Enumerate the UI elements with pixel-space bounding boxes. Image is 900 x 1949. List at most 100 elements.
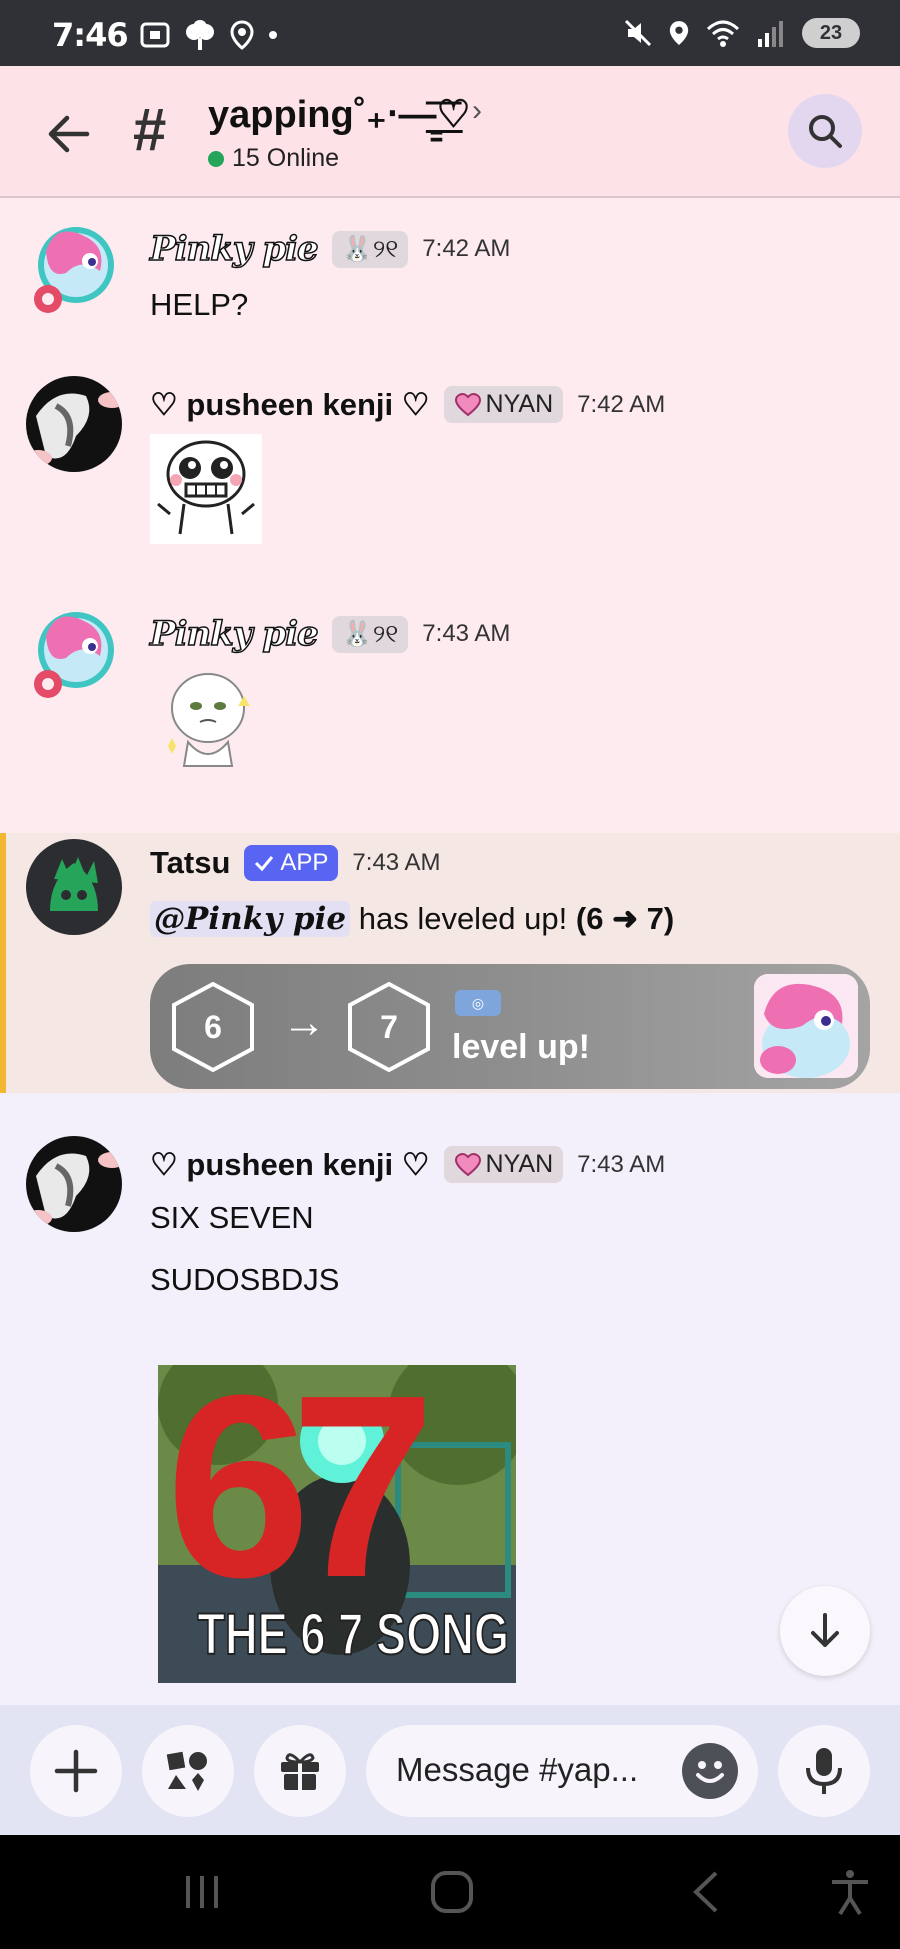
wifi-icon bbox=[706, 20, 740, 47]
timestamp: 7:43 AM bbox=[352, 849, 441, 876]
to-level-hex: 7 bbox=[346, 981, 432, 1073]
timestamp: 7:42 AM bbox=[577, 390, 666, 418]
online-dot-icon bbox=[208, 150, 224, 167]
username[interactable]: Pinky pie bbox=[149, 228, 319, 270]
emoji-button[interactable] bbox=[682, 1743, 738, 1799]
back-button[interactable] bbox=[40, 106, 96, 162]
role-tag[interactable]: 🐰୨୧ bbox=[331, 615, 409, 653]
from-level-hex: 6 bbox=[170, 981, 256, 1073]
message[interactable]: Pinky pie 🐰୨୧ 7:43 AM bbox=[0, 600, 900, 780]
gift-button[interactable] bbox=[254, 1725, 346, 1817]
message[interactable]: Pinky pie 🐰୨୧ 7:42 AM HELP? bbox=[0, 215, 900, 335]
message-text: @Pinky pie has leveled up! (6 ➜ 7) bbox=[150, 901, 674, 937]
username[interactable]: Pinky pie bbox=[149, 613, 319, 655]
message-input[interactable]: Message #yap... bbox=[366, 1725, 758, 1817]
back-arrow-icon bbox=[48, 115, 90, 153]
message-text: HELP? bbox=[150, 287, 249, 322]
battery-indicator: 23 bbox=[802, 18, 860, 48]
role-tag-label: NYAN bbox=[485, 1150, 554, 1178]
role-tag[interactable]: NYAN bbox=[443, 1146, 564, 1183]
status-right-icons: 23 bbox=[624, 18, 860, 48]
voice-message-button[interactable] bbox=[778, 1725, 870, 1817]
gift-icon bbox=[281, 1753, 319, 1790]
emoji-icon bbox=[696, 1761, 724, 1783]
search-button[interactable] bbox=[788, 94, 862, 168]
back-nav-icon bbox=[693, 1871, 718, 1913]
dot-icon bbox=[269, 31, 277, 39]
sticker-image[interactable] bbox=[150, 434, 262, 544]
screenshot-icon bbox=[140, 22, 170, 48]
timestamp: 7:42 AM bbox=[422, 235, 511, 262]
avatar[interactable] bbox=[26, 1136, 122, 1232]
add-attachment-button[interactable] bbox=[30, 1725, 122, 1817]
channel-chevron-icon[interactable]: › bbox=[472, 94, 482, 128]
arrow-down-icon bbox=[811, 1613, 839, 1647]
attached-image[interactable]: 67 THE 6 7 SONG bbox=[158, 1365, 516, 1683]
status-time: 7:46 bbox=[52, 16, 129, 54]
location-icon bbox=[230, 20, 254, 50]
level-up-card[interactable]: 6 → 7 ◎ level up! bbox=[150, 964, 870, 1089]
plus-icon bbox=[54, 1749, 98, 1793]
avatar[interactable] bbox=[26, 221, 122, 317]
tree-icon bbox=[186, 20, 214, 50]
meme-number: 67 bbox=[166, 1365, 435, 1632]
username[interactable]: Tatsu bbox=[150, 845, 230, 881]
microphone-icon bbox=[806, 1748, 842, 1794]
message-header: Pinky pie 🐰୨୧ 7:42 AM bbox=[149, 228, 511, 270]
jump-to-bottom-button[interactable] bbox=[780, 1586, 870, 1676]
role-tag[interactable]: NYAN bbox=[443, 386, 564, 423]
status-left-icons bbox=[140, 20, 278, 50]
user-mention[interactable]: @Pinky pie bbox=[150, 901, 351, 937]
level-change: (6 ➜ 7) bbox=[575, 901, 675, 936]
role-tag[interactable]: 🐰୨୧ bbox=[331, 230, 409, 268]
heart-icon bbox=[454, 1152, 481, 1176]
system-navigation-bar bbox=[0, 1835, 900, 1949]
home-button[interactable] bbox=[420, 1835, 484, 1949]
online-count: 15 Online bbox=[232, 144, 340, 172]
home-icon bbox=[431, 1871, 473, 1913]
to-level: 7 bbox=[380, 1008, 398, 1045]
role-tag-label: NYAN bbox=[485, 390, 554, 418]
timestamp: 7:43 AM bbox=[422, 620, 511, 647]
mute-icon bbox=[624, 19, 652, 47]
arrow-right-icon: → bbox=[282, 998, 326, 1047]
avatar[interactable] bbox=[26, 839, 122, 935]
message-text: SUDOSBDJS bbox=[150, 1262, 340, 1297]
recent-apps-button[interactable] bbox=[170, 1835, 234, 1949]
recent-apps-icon bbox=[186, 1876, 218, 1908]
app-badge: APP bbox=[244, 845, 339, 881]
level-up-avatar bbox=[754, 974, 858, 1078]
online-status: 15 Online bbox=[208, 144, 339, 173]
location-icon bbox=[669, 21, 689, 45]
message-composer: Message #yap... bbox=[0, 1705, 900, 1835]
message-header: ♡ pusheen kenji ♡ NYAN 7:42 AM bbox=[150, 386, 665, 423]
apps-icon bbox=[166, 1751, 207, 1791]
username[interactable]: ♡ pusheen kenji ♡ bbox=[150, 1147, 430, 1183]
checkmark-icon bbox=[255, 856, 274, 872]
apps-button[interactable] bbox=[142, 1725, 234, 1817]
message-header: Tatsu APP 7:43 AM bbox=[150, 845, 440, 881]
search-icon bbox=[809, 115, 842, 148]
signal-icon bbox=[758, 21, 783, 47]
heart-icon bbox=[454, 392, 481, 416]
timestamp: 7:43 AM bbox=[577, 1150, 666, 1178]
channel-header: # yapping˚₊‧—̳͟͞♡ › 15 Online bbox=[0, 66, 900, 198]
accessibility-icon bbox=[832, 1870, 868, 1916]
app-badge-label: APP bbox=[280, 849, 329, 876]
channel-hash-icon: # bbox=[133, 96, 167, 163]
username[interactable]: ♡ pusheen kenji ♡ bbox=[150, 387, 430, 423]
from-level: 6 bbox=[204, 1008, 222, 1045]
avatar[interactable] bbox=[26, 606, 122, 702]
level-message: has leveled up! bbox=[358, 901, 568, 936]
message-input-placeholder: Message #yap... bbox=[396, 1751, 639, 1788]
avatar[interactable] bbox=[26, 376, 122, 472]
message-header: Pinky pie 🐰୨୧ 7:43 AM bbox=[149, 613, 511, 655]
back-nav-button[interactable] bbox=[674, 1835, 738, 1949]
meme-caption: THE 6 7 SONG bbox=[197, 1601, 510, 1668]
channel-title[interactable]: yapping˚₊‧—̳͟͞♡ bbox=[208, 92, 471, 137]
message-text: SIX SEVEN bbox=[150, 1200, 314, 1235]
message[interactable]: ♡ pusheen kenji ♡ NYAN 7:42 AM bbox=[0, 372, 900, 552]
accessibility-button[interactable] bbox=[820, 1835, 880, 1949]
status-bar: 7:46 23 bbox=[0, 0, 900, 66]
sticker-image[interactable] bbox=[158, 666, 258, 776]
